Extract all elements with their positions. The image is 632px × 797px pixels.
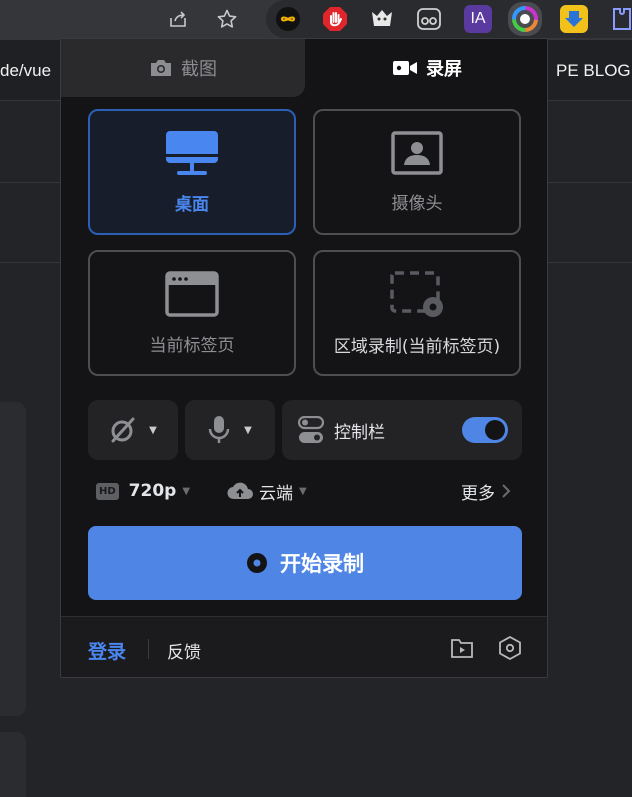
- puzzle-icon[interactable]: [608, 5, 632, 33]
- settings-hexagon-icon[interactable]: [496, 634, 524, 662]
- chevron-down-icon: ▼: [182, 485, 191, 497]
- region-select-icon: [390, 270, 443, 317]
- chevron-down-icon: ▼: [244, 424, 252, 436]
- mode-camera[interactable]: 摄像头: [313, 109, 521, 235]
- tab-screenshot[interactable]: 截图: [61, 39, 305, 97]
- start-recording-button[interactable]: 开始录制: [88, 526, 522, 600]
- ia-label: IA: [470, 10, 486, 27]
- color-ring-icon[interactable]: [508, 2, 542, 36]
- toggle-settings-icon: [298, 416, 324, 443]
- chevron-right-icon: [502, 484, 511, 498]
- more-options-link[interactable]: 更多: [461, 479, 511, 504]
- mode-camera-label: 摄像头: [391, 193, 443, 214]
- control-bar-toggle[interactable]: [462, 417, 508, 443]
- mode-region-label: 区域录制(当前标签页): [333, 336, 501, 357]
- camera-icon: [151, 60, 171, 76]
- start-recording-label: 开始录制: [280, 552, 364, 576]
- storage-value: 云端: [259, 483, 293, 504]
- login-link[interactable]: 登录: [88, 637, 126, 664]
- microphone-icon: [208, 416, 230, 443]
- video-camera-icon: [393, 61, 417, 75]
- nav-link-vue[interactable]: de/vue: [0, 61, 51, 81]
- adblock-hand-icon[interactable]: [321, 5, 349, 33]
- chevron-down-icon: ▼: [299, 485, 307, 497]
- mode-region[interactable]: 区域录制(当前标签页): [313, 250, 521, 376]
- monitor-icon: [166, 130, 218, 175]
- recorder-popup: 截图 录屏 桌面 摄像头 当前标签页 区域录制(当前标签页) ▼ ▼ 控制栏 H…: [60, 38, 548, 678]
- page-card: [0, 732, 26, 797]
- glasses-icon[interactable]: [415, 5, 443, 33]
- storage-dropdown[interactable]: 云端 ▼: [227, 479, 307, 504]
- nav-link-pe-blog[interactable]: PE BLOG: [556, 61, 631, 81]
- camera-off-icon: [111, 417, 135, 443]
- camera-toggle-dropdown[interactable]: ▼: [88, 400, 178, 460]
- tab-screenshot-label: 截图: [181, 59, 217, 80]
- cloud-upload-icon: [227, 482, 253, 500]
- mode-current-tab-label: 当前标签页: [149, 335, 235, 356]
- extensions-bar: IA: [266, 0, 632, 38]
- record-dot-icon: [247, 553, 267, 573]
- download-arrow-icon[interactable]: [560, 5, 588, 33]
- control-bar-label: 控制栏: [334, 422, 385, 443]
- more-label: 更多: [461, 483, 495, 504]
- footer-divider: [148, 639, 149, 659]
- mode-desktop[interactable]: 桌面: [88, 109, 296, 235]
- mode-desktop-label: 桌面: [175, 194, 209, 215]
- tab-record-label: 录屏: [426, 59, 462, 80]
- ia-icon[interactable]: IA: [464, 5, 492, 33]
- page-card: [0, 402, 26, 716]
- browser-toolbar: IA: [0, 0, 632, 40]
- mode-current-tab[interactable]: 当前标签页: [88, 250, 296, 376]
- mode-tabs: 截图 录屏: [61, 39, 547, 97]
- infinity-icon[interactable]: [274, 5, 302, 33]
- resolution-value: 720p: [128, 481, 177, 501]
- popup-footer: 登录 反馈: [61, 616, 547, 677]
- badger-icon[interactable]: [368, 5, 396, 33]
- resolution-dropdown[interactable]: HD 720p ▼: [96, 479, 190, 503]
- webcam-person-icon: [391, 130, 443, 175]
- control-bar-setting: 控制栏: [282, 400, 522, 460]
- microphone-dropdown[interactable]: ▼: [185, 400, 275, 460]
- toggle-knob: [485, 420, 505, 440]
- share-icon[interactable]: [162, 4, 194, 34]
- video-folder-icon[interactable]: [448, 634, 476, 662]
- browser-window-icon: [165, 270, 219, 317]
- feedback-link[interactable]: 反馈: [167, 638, 201, 663]
- bookmark-star-icon[interactable]: [211, 4, 243, 34]
- chevron-down-icon: ▼: [149, 424, 157, 436]
- tab-record[interactable]: 录屏: [305, 39, 547, 97]
- hd-badge-icon: HD: [96, 482, 119, 500]
